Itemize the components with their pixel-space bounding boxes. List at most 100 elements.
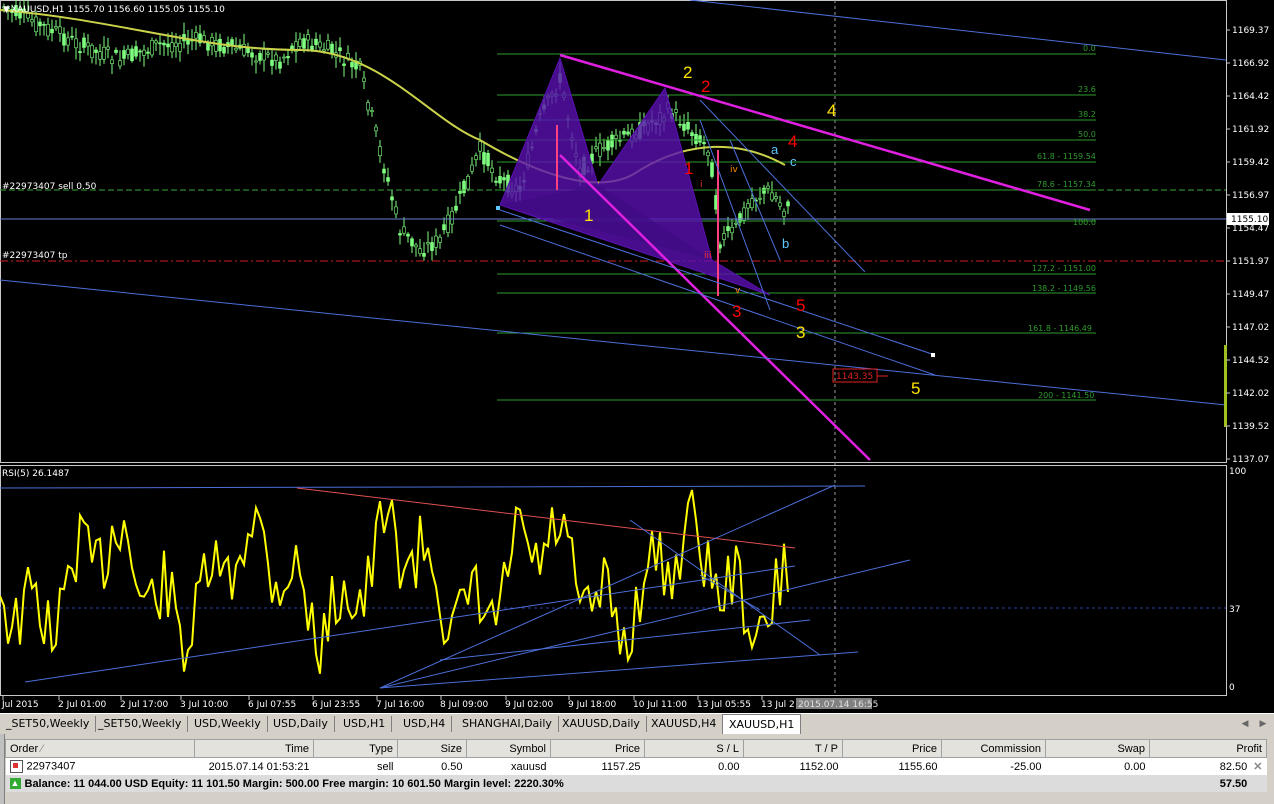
col-time[interactable]: Time bbox=[194, 739, 314, 758]
current-price-label: 1155.10 bbox=[1231, 215, 1268, 225]
candle-body bbox=[466, 176, 470, 190]
tab-scroll-left-icon[interactable]: ◀ bbox=[1238, 717, 1252, 731]
order-profit: 82.50 bbox=[1219, 761, 1248, 773]
chart-title-arrow: ▼ bbox=[3, 5, 10, 15]
candle-body bbox=[270, 59, 274, 66]
candle-body bbox=[86, 42, 90, 47]
tab-usd-weekly[interactable]: USD,Weekly bbox=[188, 716, 268, 732]
close-order-icon[interactable]: ✕ bbox=[1253, 761, 1262, 773]
candle-body bbox=[326, 40, 330, 50]
tab-set50-weekly-2[interactable]: _SET50,Weekly bbox=[92, 716, 189, 732]
col-type[interactable]: Type bbox=[313, 739, 398, 758]
wave-yellow-1: 1 bbox=[584, 206, 593, 225]
candle-body bbox=[298, 38, 302, 47]
candle-body bbox=[446, 214, 450, 233]
col-current-price[interactable]: Price bbox=[842, 739, 942, 758]
rsi-trendline bbox=[379, 484, 836, 689]
tab-usd-h1[interactable]: USD,H1 bbox=[337, 716, 393, 732]
price-chart[interactable]: ▼ XAUUSD,H1 1155.70 1156.60 1155.05 1155… bbox=[0, 0, 1274, 713]
price-axis-label: 1156.97 bbox=[1232, 191, 1269, 201]
balance-row: ▲ Balance: 11 044.00 USD Equity: 11 101.5… bbox=[5, 775, 1267, 792]
candle-body bbox=[746, 203, 750, 209]
candle-body bbox=[338, 47, 342, 51]
tab-xauusd-h1[interactable]: XAUUSD,H1 bbox=[722, 714, 802, 735]
candle-body bbox=[330, 43, 334, 54]
candle-body bbox=[78, 51, 82, 53]
tab-xauusd-h4[interactable]: XAUUSD,H4 bbox=[645, 716, 724, 732]
candle-body bbox=[286, 56, 290, 59]
order-size: 0.50 bbox=[397, 757, 467, 775]
channel-line bbox=[0, 279, 1227, 406]
candle-body bbox=[730, 227, 734, 234]
chart-title: XAUUSD,H1 1155.70 1156.60 1155.05 1155.1… bbox=[11, 5, 225, 15]
tab-xauusd-daily[interactable]: XAUUSD,Daily bbox=[556, 716, 647, 732]
tab-scroll-right-icon[interactable]: ▶ bbox=[1256, 717, 1270, 731]
rsi-axis-100: 100 bbox=[1229, 467, 1246, 477]
crosshair-time-label: 2015.07.14 16:55 bbox=[798, 700, 878, 710]
anchor-point bbox=[496, 206, 500, 210]
tab-usd-daily[interactable]: USD,Daily bbox=[267, 716, 335, 732]
col-commission[interactable]: Commission bbox=[941, 739, 1046, 758]
candle-body bbox=[102, 46, 106, 60]
rsi-trendline bbox=[629, 519, 821, 656]
order-id: 22973407 bbox=[26, 760, 76, 773]
order-row[interactable]: 22973407 2015.07.14 01:53:21 sell 0.50 x… bbox=[5, 757, 1267, 775]
col-swap[interactable]: Swap bbox=[1045, 739, 1150, 758]
candle-body bbox=[58, 26, 62, 34]
wave-red-1: 1 bbox=[684, 159, 693, 178]
candle-body bbox=[150, 40, 154, 56]
chart-window[interactable]: ▼ XAUUSD,H1 1155.70 1156.60 1155.05 1155… bbox=[0, 0, 1274, 713]
fib-label: 61.8 - 1159.54 bbox=[1037, 152, 1096, 161]
candle-body bbox=[598, 142, 602, 157]
candle-body bbox=[262, 49, 266, 61]
abc-a: a bbox=[771, 142, 779, 157]
price-axis-label: 1169.37 bbox=[1232, 26, 1269, 36]
fib-label: 23.6 bbox=[1078, 85, 1096, 94]
balance-cell: ▲ Balance: 11 044.00 USD Equity: 11 101.5… bbox=[5, 775, 1150, 792]
balance-profit-cell: 57.50✕ bbox=[1149, 775, 1267, 792]
time-axis-label: 7 Jul 16:00 bbox=[376, 700, 425, 710]
harmonic-pattern bbox=[499, 56, 771, 296]
candle-body bbox=[282, 56, 286, 59]
time-axis-label: 13 Jul 2 bbox=[761, 700, 795, 710]
order-current-price: 1155.60 bbox=[842, 757, 942, 775]
candle-body bbox=[350, 62, 354, 68]
candle-body bbox=[778, 202, 782, 207]
tab-set50-weekly-1[interactable]: _SET50,Weekly bbox=[0, 716, 97, 732]
col-tp[interactable]: T / P bbox=[743, 739, 843, 758]
abc-b: b bbox=[782, 236, 789, 251]
candle-body bbox=[178, 43, 182, 52]
subwave-iii: iii bbox=[704, 251, 712, 261]
candle-body bbox=[710, 161, 714, 177]
candle-body bbox=[382, 168, 386, 174]
rsi-title: RSI(5) 26.1487 bbox=[2, 469, 69, 479]
candle-body bbox=[706, 151, 710, 157]
fib-labels: 0.0 23.6 38.2 50.0 61.8 - 1159.54 78.6 -… bbox=[1028, 44, 1096, 400]
tab-usd-h4[interactable]: USD,H4 bbox=[397, 716, 453, 732]
candle-body bbox=[130, 48, 134, 62]
col-order[interactable]: Order ⁄ bbox=[5, 739, 195, 758]
price-marker-label: 1143.35 bbox=[836, 372, 873, 382]
candle-body bbox=[174, 42, 178, 47]
trade-table-header: Order ⁄ Time Type Size Symbol Price S / … bbox=[5, 739, 1267, 758]
col-sl[interactable]: S / L bbox=[644, 739, 744, 758]
order-tp[interactable]: 1152.00 bbox=[743, 757, 843, 775]
col-size[interactable]: Size bbox=[397, 739, 467, 758]
candle-body bbox=[370, 110, 374, 112]
candle-body bbox=[686, 121, 690, 130]
candle-body bbox=[414, 244, 418, 248]
time-axis-label: 6 Jul 07:55 bbox=[248, 700, 296, 710]
rsi-trendline bbox=[379, 651, 859, 689]
candle-body bbox=[702, 142, 706, 145]
candle-body bbox=[698, 135, 702, 143]
candle-body bbox=[394, 206, 398, 215]
candle-body bbox=[726, 226, 730, 232]
candle-body bbox=[386, 177, 390, 182]
order-sl[interactable]: 0.00 bbox=[644, 757, 744, 775]
col-symbol[interactable]: Symbol bbox=[466, 739, 551, 758]
col-price[interactable]: Price bbox=[550, 739, 645, 758]
col-profit[interactable]: Profit bbox=[1149, 739, 1267, 758]
candle-body bbox=[758, 197, 762, 200]
tab-shanghai-daily[interactable]: SHANGHAI,Daily bbox=[456, 716, 559, 732]
candle-body bbox=[142, 49, 146, 56]
